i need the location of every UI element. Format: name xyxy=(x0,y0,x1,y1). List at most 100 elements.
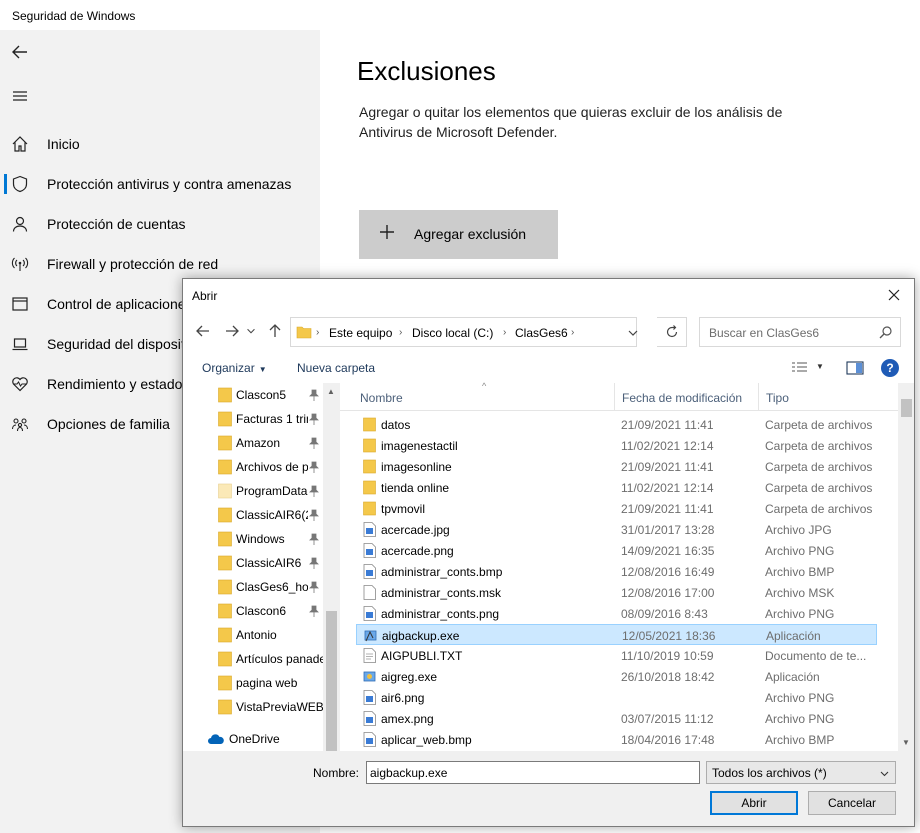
breadcrumb-este-equipo[interactable]: Este equipo xyxy=(329,326,392,340)
document-file-icon xyxy=(363,648,376,663)
tree-item-clascon6[interactable]: Clascon6 xyxy=(183,599,323,623)
sidebar-item-antivirus[interactable]: Protección antivirus y contra amenazas xyxy=(0,164,320,204)
file-type: Carpeta de archivos xyxy=(765,418,873,432)
refresh-button[interactable] xyxy=(657,317,687,347)
column-header-type[interactable]: Tipo xyxy=(766,391,789,405)
tree-item-label: Clascon6 xyxy=(236,604,287,618)
organize-button[interactable]: Organizar ▼ xyxy=(202,361,267,375)
file-date: 11/02/2021 12:14 xyxy=(621,481,714,495)
column-header-date[interactable]: Fecha de modificación xyxy=(622,391,742,405)
pin-icon xyxy=(309,509,319,521)
back-nav-button[interactable] xyxy=(193,321,213,341)
sidebar-item-label: Opciones de familia xyxy=(47,416,170,432)
tree-item-label: ProgramData xyxy=(236,484,308,498)
file-row[interactable]: imagenestactil 11/02/2021 12:14 Carpeta … xyxy=(356,435,877,456)
tree-item-classicair6-2[interactable]: ClassicAIR6(2) xyxy=(183,503,323,527)
up-folder-button[interactable] xyxy=(265,321,285,341)
file-row[interactable]: acercade.png 14/09/2021 16:35 Archivo PN… xyxy=(356,540,877,561)
sidebar-item-label: Protección de cuentas xyxy=(47,216,186,232)
view-options-icon[interactable] xyxy=(791,360,809,376)
tree-item-antonio[interactable]: Antonio xyxy=(183,623,323,647)
file-row-selected[interactable]: aigbackup.exe 12/05/2021 18:36 Aplicació… xyxy=(356,624,877,645)
file-type: Archivo JPG xyxy=(765,523,832,537)
tree-item-label: pagina web xyxy=(236,676,298,690)
pin-icon xyxy=(309,557,319,569)
file-row[interactable]: acercade.jpg 31/01/2017 13:28 Archivo JP… xyxy=(356,519,877,540)
view-dropdown-icon[interactable]: ▼ xyxy=(816,362,824,371)
tree-item-facturas[interactable]: Facturas 1 trim xyxy=(183,407,323,431)
add-exclusion-label: Agregar exclusión xyxy=(414,226,527,242)
file-row[interactable]: imagesonline 21/09/2021 11:41 Carpeta de… xyxy=(356,456,877,477)
tree-scrollbar-thumb[interactable] xyxy=(326,611,337,751)
tree-item-label: Clascon5 xyxy=(236,388,287,402)
address-bar[interactable]: › Este equipo › Disco local (C:) › ClasG… xyxy=(290,317,639,347)
file-row[interactable]: administrar_conts.bmp 12/08/2016 16:49 A… xyxy=(356,561,877,582)
forward-nav-button[interactable] xyxy=(222,321,242,341)
arrow-up-icon xyxy=(269,324,281,337)
column-header-name[interactable]: Nombre xyxy=(360,391,403,405)
tree-item-pagina-web[interactable]: pagina web xyxy=(183,671,323,695)
folder-icon xyxy=(218,603,232,619)
scroll-down-icon[interactable]: ▼ xyxy=(902,738,910,747)
file-row[interactable]: administrar_conts.msk 12/08/2016 17:00 A… xyxy=(356,582,877,603)
image-file-icon xyxy=(363,543,376,558)
file-row[interactable]: datos 21/09/2021 11:41 Carpeta de archiv… xyxy=(356,414,877,435)
back-button[interactable] xyxy=(0,32,40,72)
column-separator[interactable] xyxy=(614,383,615,411)
recent-locations-button[interactable] xyxy=(245,321,257,341)
tree-item-windows[interactable]: Windows xyxy=(183,527,323,551)
search-input[interactable]: Buscar en ClasGes6 xyxy=(699,317,901,347)
folder-icon xyxy=(218,483,232,499)
sidebar-item-label: Seguridad del disposit xyxy=(47,336,185,352)
tree-item-classicair6[interactable]: ClassicAIR6 xyxy=(183,551,323,575)
breadcrumb-disco-local[interactable]: Disco local (C:) xyxy=(412,326,493,340)
file-date: 12/08/2016 16:49 xyxy=(621,565,715,579)
file-row[interactable]: air6.png Archivo PNG xyxy=(356,687,877,708)
filetype-select[interactable]: Todos los archivos (*) xyxy=(706,761,896,784)
new-folder-button[interactable]: Nueva carpeta xyxy=(297,361,375,375)
file-row[interactable]: tpvmovil 21/09/2021 11:41 Carpeta de arc… xyxy=(356,498,877,519)
open-button[interactable]: Abrir xyxy=(710,791,798,815)
tree-item-amazon[interactable]: Amazon xyxy=(183,431,323,455)
tree-scrollbar[interactable]: ▲ xyxy=(323,383,340,751)
sidebar-item-inicio[interactable]: Inicio xyxy=(0,124,320,164)
pin-icon xyxy=(309,437,319,449)
file-type: Archivo PNG xyxy=(765,607,835,621)
tree-item-archivos-de-programa[interactable]: Archivos de pro xyxy=(183,455,323,479)
tree-item-label: ClassicAIR6 xyxy=(236,556,302,570)
preview-pane-icon[interactable] xyxy=(846,360,864,376)
file-row[interactable]: tienda online 11/02/2021 12:14 Carpeta d… xyxy=(356,477,877,498)
file-type: Documento de te... xyxy=(765,649,867,663)
file-row[interactable]: AIGPUBLI.TXT 11/10/2019 10:59 Documento … xyxy=(356,645,877,666)
file-row[interactable]: aigreg.exe 26/10/2018 18:42 Aplicación xyxy=(356,666,877,687)
file-row[interactable]: amex.png 03/07/2015 11:12 Archivo PNG xyxy=(356,708,877,729)
dialog-close-button[interactable] xyxy=(880,283,908,307)
tree-item-onedrive[interactable]: OneDrive xyxy=(183,727,323,751)
add-exclusion-button[interactable]: Agregar exclusión xyxy=(359,210,558,259)
file-row[interactable]: administrar_conts.png 08/09/2016 8:43 Ar… xyxy=(356,603,877,624)
chevron-down-icon[interactable] xyxy=(627,327,639,339)
tree-item-clascon5[interactable]: Clascon5 xyxy=(183,383,323,407)
cancel-button[interactable]: Cancelar xyxy=(808,791,896,815)
column-separator[interactable] xyxy=(758,383,759,411)
filename-value: aigbackup.exe xyxy=(370,766,448,780)
refresh-icon xyxy=(666,325,677,338)
scroll-up-icon[interactable]: ▲ xyxy=(327,387,335,396)
tree-item-label: VistaPreviaWEB xyxy=(236,700,324,714)
file-date: 18/04/2016 17:48 xyxy=(621,733,715,747)
file-row[interactable]: aplicar_web.bmp 18/04/2016 17:48 Archivo… xyxy=(356,729,877,750)
tree-item-clasges6-host[interactable]: ClasGes6_host xyxy=(183,575,323,599)
hamburger-menu-button[interactable] xyxy=(0,76,40,116)
tree-item-articulos[interactable]: Artículos panaderia xyxy=(183,647,326,671)
tree-item-vistapreviaweb[interactable]: VistaPreviaWEB xyxy=(183,695,324,719)
sidebar-item-cuentas[interactable]: Protección de cuentas xyxy=(0,204,320,244)
pin-icon xyxy=(309,581,319,593)
breadcrumb-clasges6[interactable]: ClasGes6 xyxy=(515,326,568,340)
file-list-scrollbar-thumb[interactable] xyxy=(901,399,912,417)
filename-input[interactable]: aigbackup.exe xyxy=(366,761,700,784)
file-list-scrollbar[interactable]: ▼ xyxy=(898,383,914,751)
help-icon[interactable]: ? xyxy=(881,359,899,377)
file-date: 26/10/2018 18:42 xyxy=(621,670,715,684)
pin-icon xyxy=(309,389,319,401)
tree-item-programdata[interactable]: ProgramData xyxy=(183,479,323,503)
